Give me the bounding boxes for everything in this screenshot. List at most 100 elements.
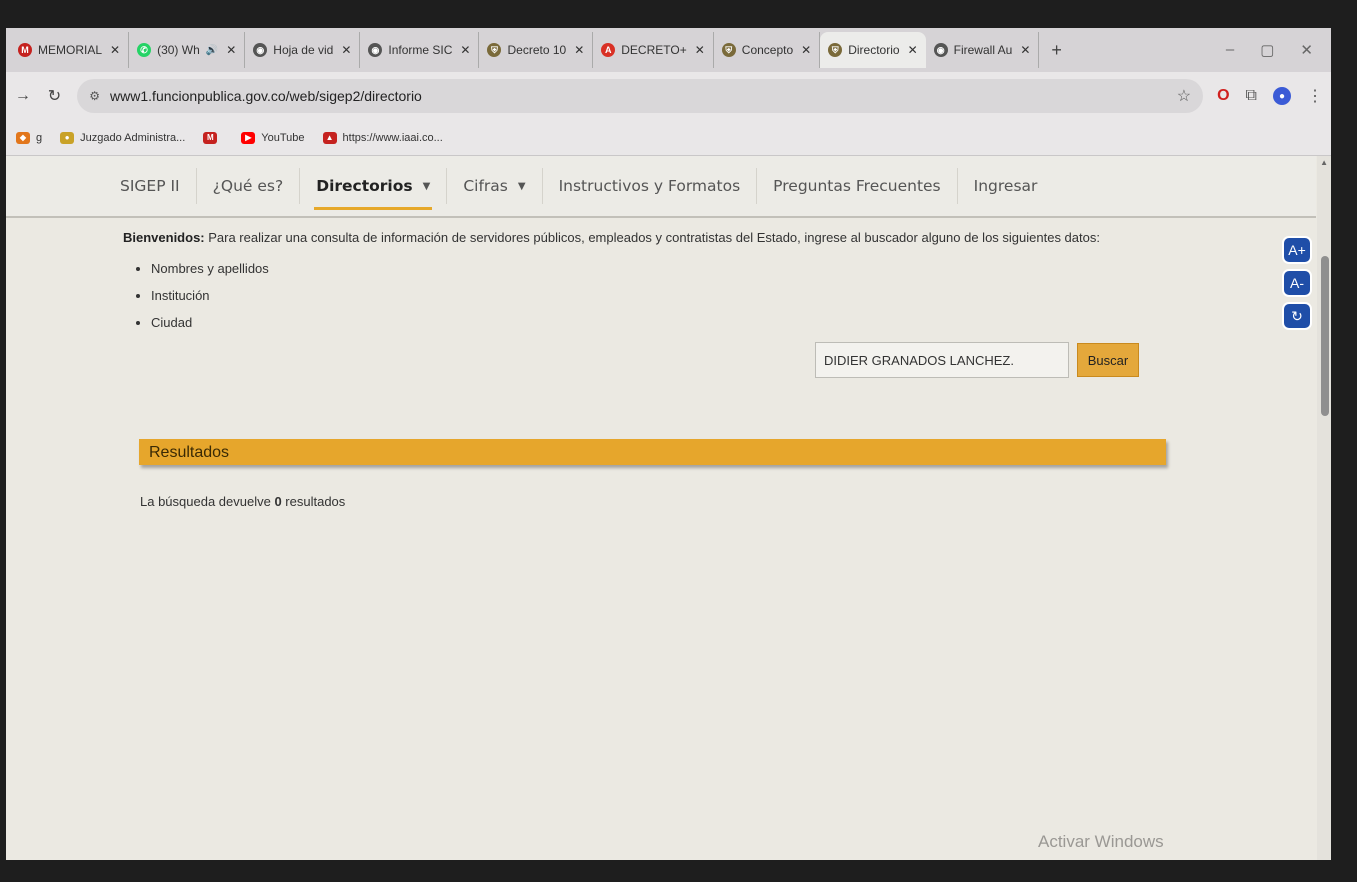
nav-label: SIGEP II — [120, 177, 180, 195]
globe-icon: ◉ — [253, 43, 268, 57]
bookmark-label: g — [36, 131, 43, 144]
tab-label: Informe SIC — [388, 43, 453, 57]
bookmark-star-icon[interactable]: ☆ — [1177, 86, 1191, 106]
nav-label: Preguntas Frecuentes — [773, 177, 941, 195]
globe-icon: ◉ — [368, 43, 383, 57]
restore-icon[interactable]: ▢ — [1260, 41, 1274, 59]
omnibox[interactable]: ⚙ www1.funcionpublica.gov.co/web/sigep2/… — [77, 79, 1204, 113]
bookmark-label: Juzgado Administra... — [80, 131, 186, 144]
tab-label: Directorio — [848, 43, 900, 57]
bookmark-item[interactable]: M — [203, 131, 223, 144]
bookmark-item[interactable]: ● Juzgado Administra... — [60, 131, 186, 144]
seal-icon: ● — [60, 131, 75, 144]
gmail-icon: M — [18, 43, 32, 57]
bookmark-item[interactable]: ▲ https://www.iaai.co... — [322, 131, 443, 144]
tab-5[interactable]: A DECRETO+ ✕ — [593, 32, 714, 68]
list-item: Ciudad — [151, 309, 1183, 336]
globe-icon: ◉ — [933, 43, 948, 57]
tab-0[interactable]: M MEMORIAL ✕ — [10, 32, 130, 68]
results-count-text: La búsqueda devuelve 0 resultados — [140, 494, 345, 509]
nav-item-3[interactable]: Cifras ▼ — [447, 168, 543, 204]
tab-4[interactable]: ⛨ Decreto 10 ✕ — [479, 32, 594, 68]
youtube-icon: ▶ — [241, 131, 256, 144]
nav-item-0[interactable]: SIGEP II — [104, 168, 197, 204]
search-criteria-list: Nombres y apellidos Institución Ciudad — [151, 255, 1183, 336]
menu-icon[interactable]: ⋮ — [1307, 86, 1323, 106]
scroll-up-icon[interactable]: ▲ — [1320, 158, 1328, 167]
tab-8[interactable]: ◉ Firewall Au ✕ — [926, 32, 1040, 68]
nav-item-5[interactable]: Preguntas Frecuentes — [757, 168, 958, 204]
pdf-icon: A — [601, 43, 616, 57]
new-tab-button[interactable]: + — [1039, 40, 1074, 61]
reload-icon[interactable]: ↻ — [46, 86, 64, 106]
tab-label: MEMORIAL — [38, 43, 103, 57]
minimize-icon[interactable]: – — [1226, 41, 1234, 59]
tab-label: Concepto — [741, 43, 794, 57]
close-tab-icon[interactable]: ✕ — [574, 43, 584, 57]
close-window-icon[interactable]: ✕ — [1300, 41, 1313, 59]
shield-icon: ⛨ — [828, 43, 843, 57]
tab-2[interactable]: ◉ Hoja de vid ✕ — [245, 32, 361, 68]
bookmark-item[interactable]: ◆ g — [16, 131, 43, 144]
site-info-icon[interactable]: ⚙ — [89, 89, 100, 103]
tab-label: Firewall Au — [953, 43, 1013, 57]
iaai-icon: ▲ — [322, 131, 337, 144]
opera-icon[interactable]: O — [1217, 87, 1229, 105]
font-decrease-button[interactable]: A- — [1282, 269, 1312, 297]
nav-item-1[interactable]: ¿Qué es? — [197, 168, 301, 204]
page-content: SIGEP II ¿Qué es? Directorios ▼ Cifras ▼ Instr… — [6, 156, 1331, 860]
search-button[interactable]: Buscar — [1077, 343, 1139, 377]
nav-item-6[interactable]: Ingresar — [958, 168, 1054, 204]
search-input[interactable] — [815, 342, 1069, 378]
close-tab-icon[interactable]: ✕ — [801, 43, 811, 57]
intro-text: Bienvenidos: Para realizar una consulta … — [123, 230, 1183, 245]
tab-7[interactable]: ⛨ Directorio ✕ — [820, 32, 926, 68]
close-tab-icon[interactable]: ✕ — [1020, 43, 1030, 57]
tab-label: Decreto 10 — [507, 43, 567, 57]
tab-label: Hoja de vid — [273, 43, 334, 57]
tab-bar: M MEMORIAL ✕ ✆ (30) Wh 🔊 ✕ ◉ Hoja de vid ✕ ◉ Inform… — [6, 28, 1331, 72]
shield-icon: ⛨ — [721, 43, 736, 57]
close-tab-icon[interactable]: ✕ — [226, 43, 236, 57]
tab-label: (30) Wh — [157, 43, 200, 57]
nav-item-4[interactable]: Instructivos y Formatos — [543, 168, 758, 204]
nav-label: Directorios — [316, 177, 413, 195]
tab-1[interactable]: ✆ (30) Wh 🔊 ✕ — [129, 32, 246, 68]
nav-label: ¿Qué es? — [212, 177, 284, 195]
profile-avatar[interactable]: ● — [1272, 87, 1291, 105]
bookmark-label: https://www.iaai.co... — [342, 131, 443, 144]
gmail-icon: M — [203, 131, 218, 144]
close-tab-icon[interactable]: ✕ — [110, 43, 120, 57]
bookmark-item[interactable]: ▶ YouTube — [241, 131, 305, 144]
window-controls: – ▢ ✕ — [1226, 41, 1331, 59]
extensions-icon[interactable]: ⧉ — [1246, 87, 1257, 105]
address-bar-row: → ↻ ⚙ www1.funcionpublica.gov.co/web/sig… — [6, 72, 1331, 120]
list-item: Institución — [151, 282, 1183, 309]
bookmark-label: YouTube — [261, 131, 305, 144]
nav-item-2[interactable]: Directorios ▼ — [300, 168, 448, 210]
close-tab-icon[interactable]: ✕ — [695, 43, 705, 57]
windows-activation-watermark: Activar Windows — [1038, 832, 1164, 851]
nav-label: Instructivos y Formatos — [558, 177, 741, 195]
scrollbar-thumb[interactable] — [1321, 256, 1329, 416]
tab-3[interactable]: ◉ Informe SIC ✕ — [360, 32, 480, 68]
whatsapp-icon: ✆ — [137, 43, 152, 57]
close-tab-icon[interactable]: ✕ — [908, 43, 918, 57]
bookmarks-bar: ◆ g ● Juzgado Administra... M ▶ YouTube ▲ https:… — [6, 120, 1331, 156]
url-text: www1.funcionpublica.gov.co/web/sigep2/di… — [110, 88, 422, 104]
reset-icon[interactable]: ↻ — [1282, 302, 1312, 330]
nav-label: Ingresar — [973, 177, 1038, 195]
nav-label: Cifras — [463, 177, 508, 195]
site-top-nav: SIGEP II ¿Qué es? Directorios ▼ Cifras ▼ Instr… — [6, 156, 1316, 218]
tab-6[interactable]: ⛨ Concepto ✕ — [714, 32, 821, 68]
forward-icon[interactable]: → — [14, 87, 32, 105]
results-header: Resultados — [139, 439, 1166, 465]
close-tab-icon[interactable]: ✕ — [341, 43, 351, 57]
scrollbar[interactable]: ▲ — [1317, 156, 1331, 860]
list-item: Nombres y apellidos — [151, 255, 1183, 282]
results-suffix: resultados — [281, 494, 346, 509]
audio-playing-icon[interactable]: 🔊 — [206, 45, 218, 56]
close-tab-icon[interactable]: ✕ — [460, 43, 470, 57]
font-increase-button[interactable]: A+ — [1282, 236, 1312, 264]
chevron-down-icon: ▼ — [517, 180, 526, 192]
